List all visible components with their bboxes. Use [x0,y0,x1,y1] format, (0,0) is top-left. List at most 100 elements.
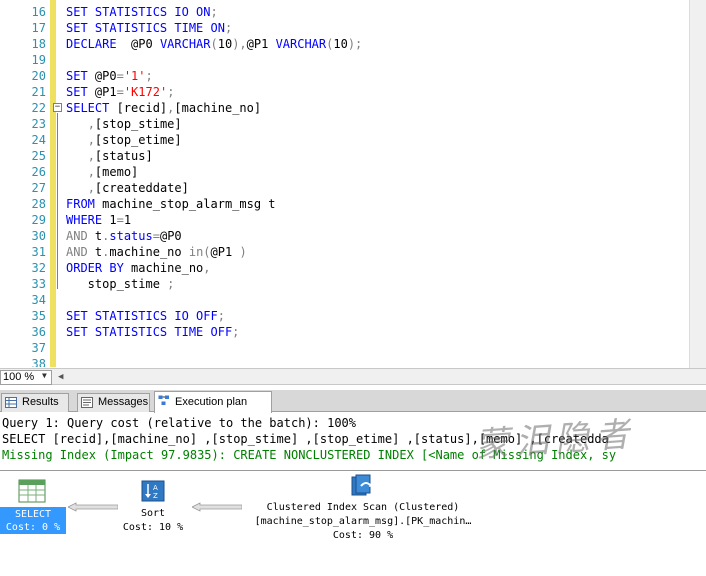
chevron-down-icon[interactable]: ▼ [42,371,47,380]
query-editor[interactable]: 16 SET STATISTICS IO ON; 17 SET STATISTICS … [0,0,706,367]
code-token: @P1 [246,37,276,51]
code-line[interactable]: 25 ,[status] [0,148,690,164]
code-token: '1' [123,69,146,83]
code-line[interactable]: 30 AND t.status=@P0 [0,228,690,244]
clustered-index-scan-icon[interactable] [349,474,377,498]
zoom-value: 100 % [3,371,35,383]
code-text: SET @P0='1'; [66,68,153,84]
code-line[interactable]: 32 ORDER BY machine_no, [0,260,690,276]
code-line[interactable]: 16 SET STATISTICS IO ON; [0,4,690,20]
tab-results-label: Results [22,396,59,408]
code-line[interactable]: 33 stop_stime ; [0,276,690,292]
code-token: @P0 [131,37,160,51]
code-text: DECLARE @P0 VARCHAR(10),@P1 VARCHAR(10); [66,36,362,52]
select-node-name: SELECT [14,509,52,520]
code-token: ; [167,277,175,291]
svg-text:A: A [153,484,158,492]
code-line[interactable]: 31 AND t.machine_no in(@P1 ) [0,244,690,260]
sort-node-icon[interactable]: A Z [141,480,165,502]
code-token: DECLARE [66,37,132,51]
line-number: 37 [31,341,46,355]
code-token: ) [239,245,247,259]
code-token: [stop_stime] [94,117,182,131]
scan-node-cost: Cost: 90 % [332,530,394,541]
line-number: 34 [31,293,46,307]
tab-messages-label: Messages [98,396,149,408]
code-token: [machine_no] [174,101,262,115]
code-line[interactable]: 34 [0,292,690,308]
code-token: ; [167,85,175,99]
code-token: , [87,117,95,131]
code-line[interactable]: 35 SET STATISTICS IO OFF; [0,308,690,324]
flow-arrow [68,502,118,512]
code-token: ; [210,5,218,19]
code-text: SET STATISTICS TIME OFF; [66,324,239,340]
code-text: AND t.status=@P0 [66,228,182,244]
code-line[interactable]: 17 SET STATISTICS TIME ON; [0,20,690,36]
collapse-region-icon[interactable]: − [53,103,62,112]
code-line[interactable]: 23 ,[stop_stime] [0,116,690,132]
code-token: 10 [333,37,348,51]
code-token: ; [232,325,240,339]
code-line[interactable]: 20 SET @P0='1'; [0,68,690,84]
code-token: VARCHAR [275,37,327,51]
tab-results[interactable]: Results [1,393,69,412]
code-line[interactable]: 29 WHERE 1=1 [0,212,690,228]
code-text: FROM machine_stop_alarm_msg t [66,196,276,212]
code-line[interactable]: 27 ,[createddate] [0,180,690,196]
code-token: status [109,229,153,243]
code-token: SET STATISTICS TIME ON [66,21,225,35]
line-number: 29 [31,213,46,227]
code-line[interactable]: 18 DECLARE @P0 VARCHAR(10),@P1 VARCHAR(10… [0,36,690,52]
code-line[interactable]: 21 SET @P1='K172'; [0,84,690,100]
scan-node-name: Clustered Index Scan (Clustered) [266,502,460,513]
code-line[interactable]: 36 SET STATISTICS TIME OFF; [0,324,690,340]
code-line[interactable]: 24 ,[stop_etime] [0,132,690,148]
code-line[interactable]: 28 FROM machine_stop_alarm_msg t [0,196,690,212]
code-token: ); [347,37,363,51]
line-number: 25 [31,149,46,163]
code-token: , [87,165,95,179]
code-token: VARCHAR [159,37,211,51]
line-number: 36 [31,325,46,339]
tab-execution-plan-label: Execution plan [175,396,248,408]
code-token: 1 [109,213,117,227]
line-number: 21 [31,85,46,99]
query-cost-text: Query 1: Query cost (relative to the bat… [2,416,357,430]
code-text: SET STATISTICS IO OFF; [66,308,225,324]
code-line[interactable]: 37 [0,340,690,356]
tab-execution-plan[interactable]: Execution plan [154,391,272,413]
code-token: 10 [217,37,233,51]
code-token: ( [210,37,218,51]
select-node-icon[interactable] [18,479,46,503]
code-token: [stop_etime] [94,133,182,147]
scroll-left-icon[interactable]: ◀ [58,372,63,382]
tab-messages[interactable]: Messages [77,393,150,412]
code-line[interactable]: 19 [0,52,690,68]
code-text: ,[stop_stime] [66,116,182,132]
code-token: @P1 [94,85,117,99]
editor-vertical-scrollbar[interactable] [689,0,706,385]
line-number: 26 [31,165,46,179]
code-line[interactable]: 38 [0,356,690,367]
code-line[interactable]: 26 ,[memo] [0,164,690,180]
line-number: 33 [31,277,46,291]
code-token: machine_no [131,261,204,275]
line-number: 35 [31,309,46,323]
code-token: ; [224,21,233,35]
code-text: WHERE 1=1 [66,212,131,228]
code-text: SELECT [recid],[machine_no] [66,100,261,116]
code-token: SET [66,85,95,99]
sort-node-name: Sort [140,508,166,519]
code-token: ), [232,37,247,51]
code-text: ,[memo] [66,164,139,180]
code-token: SET STATISTICS TIME OFF [66,325,233,339]
code-line[interactable]: 22 SELECT [recid],[machine_no] − [0,100,690,116]
grid-icon [5,397,17,408]
code-token: WHERE [66,213,110,227]
code-text: SET STATISTICS TIME ON; [66,20,232,36]
